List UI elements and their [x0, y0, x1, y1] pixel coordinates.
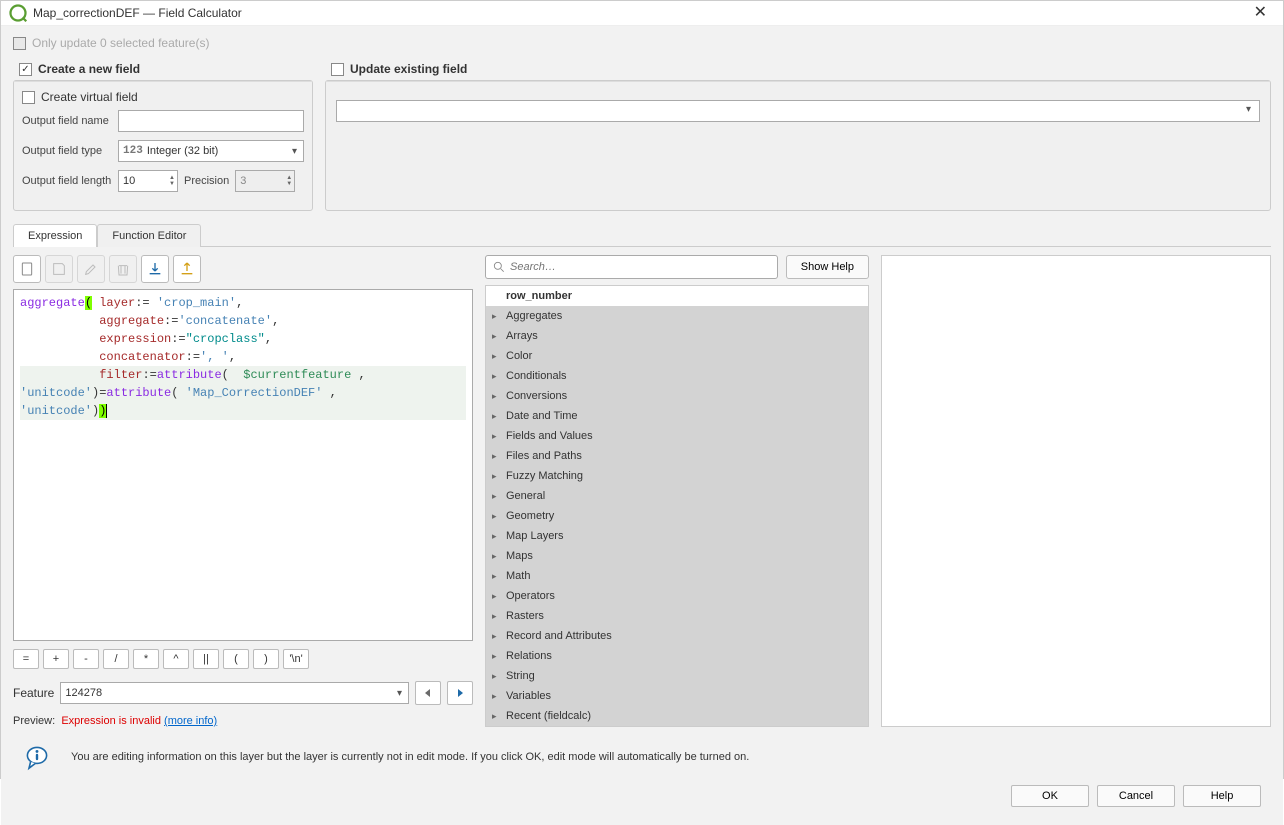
expand-icon: ▸ [492, 651, 502, 662]
function-category[interactable]: ▸Maps [486, 546, 868, 566]
tab-function-editor[interactable]: Function Editor [97, 224, 201, 247]
expand-icon: ▸ [492, 571, 502, 582]
expand-icon: ▸ [492, 351, 502, 362]
export-expression-button[interactable] [173, 255, 201, 283]
function-category[interactable]: ▸Relations [486, 646, 868, 666]
expand-icon: ▸ [492, 371, 502, 382]
operator-button[interactable]: || [193, 649, 219, 669]
function-category[interactable]: ▸Arrays [486, 326, 868, 346]
expand-icon: ▸ [492, 511, 502, 522]
precision-spinner: 3 ▲▼ [235, 170, 295, 192]
expand-icon: ▸ [492, 611, 502, 622]
function-category[interactable]: ▸Files and Paths [486, 446, 868, 466]
expand-icon: ▸ [492, 551, 502, 562]
output-field-length-spinner[interactable]: 10 ▲▼ [118, 170, 178, 192]
output-field-name-label: Output field name [22, 115, 112, 127]
operator-button[interactable]: ( [223, 649, 249, 669]
function-category[interactable]: ▸Record and Attributes [486, 626, 868, 646]
cancel-button[interactable]: Cancel [1097, 785, 1175, 807]
output-field-type-label: Output field type [22, 145, 112, 157]
function-category[interactable]: ▸Operators [486, 586, 868, 606]
expand-icon: ▸ [492, 411, 502, 422]
only-update-checkbox: Only update 0 selected feature(s) [13, 36, 1271, 50]
feature-next-button[interactable] [447, 681, 473, 705]
operator-button[interactable]: + [43, 649, 69, 669]
window-title: Map_correctionDEF — Field Calculator [33, 6, 242, 20]
operator-button[interactable]: ^ [163, 649, 189, 669]
function-category[interactable]: ▸Geometry [486, 506, 868, 526]
expand-icon: ▸ [492, 691, 502, 702]
output-field-type-select[interactable]: 123 Integer (32 bit) [118, 140, 304, 162]
expand-icon: ▸ [492, 331, 502, 342]
function-category[interactable]: ▸Math [486, 566, 868, 586]
function-category[interactable]: ▸General [486, 486, 868, 506]
show-help-button[interactable]: Show Help [786, 255, 869, 279]
expression-editor[interactable]: aggregate( layer:= 'crop_main', aggregat… [13, 289, 473, 641]
expand-icon: ▸ [492, 491, 502, 502]
function-tree[interactable]: row_number▸Aggregates▸Arrays▸Color▸Condi… [485, 285, 869, 727]
function-category[interactable]: ▸Rasters [486, 606, 868, 626]
function-category[interactable]: ▸Variables [486, 686, 868, 706]
function-category[interactable]: ▸Recent (fieldcalc) [486, 706, 868, 726]
expand-icon: ▸ [492, 391, 502, 402]
feature-select[interactable]: 124278 [60, 682, 409, 704]
save-expression-button [45, 255, 73, 283]
preview-more-info-link[interactable]: (more info) [164, 715, 217, 727]
expand-icon: ▸ [492, 451, 502, 462]
expand-icon: ▸ [492, 591, 502, 602]
function-search-input[interactable] [485, 255, 778, 279]
function-category[interactable]: ▸Color [486, 346, 868, 366]
existing-field-select[interactable] [336, 100, 1260, 122]
expand-icon: ▸ [492, 471, 502, 482]
footer-info-text: You are editing information on this laye… [71, 751, 749, 763]
search-icon [492, 260, 506, 274]
help-panel [881, 255, 1271, 727]
delete-expression-button [109, 255, 137, 283]
preview-error: Expression is invalid [61, 715, 161, 727]
operator-button[interactable]: * [133, 649, 159, 669]
output-field-length-label: Output field length [22, 175, 112, 187]
expand-icon: ▸ [492, 311, 502, 322]
feature-prev-button[interactable] [415, 681, 441, 705]
function-category[interactable]: ▸Map Layers [486, 526, 868, 546]
function-category[interactable]: ▸Conversions [486, 386, 868, 406]
operator-button[interactable]: / [103, 649, 129, 669]
function-tree-header[interactable]: row_number [486, 286, 868, 306]
function-category[interactable]: ▸Fuzzy Matching [486, 466, 868, 486]
create-virtual-field-checkbox[interactable]: Create virtual field [22, 90, 304, 104]
update-existing-field-checkbox[interactable]: Update existing field [325, 58, 1271, 80]
operator-button[interactable]: '\n' [283, 649, 309, 669]
expand-icon: ▸ [492, 531, 502, 542]
feature-label: Feature [13, 686, 54, 700]
operator-button[interactable]: - [73, 649, 99, 669]
expand-icon: ▸ [492, 711, 502, 722]
create-new-field-checkbox[interactable]: ✓ Create a new field [13, 58, 313, 80]
help-button[interactable]: Help [1183, 785, 1261, 807]
operator-button[interactable]: = [13, 649, 39, 669]
precision-label: Precision [184, 175, 229, 187]
preview-label: Preview: [13, 715, 55, 727]
import-expression-button[interactable] [141, 255, 169, 283]
function-category[interactable]: ▸Aggregates [486, 306, 868, 326]
output-field-name-input[interactable] [118, 110, 304, 132]
function-category[interactable]: ▸Date and Time [486, 406, 868, 426]
ok-button[interactable]: OK [1011, 785, 1089, 807]
tab-expression[interactable]: Expression [13, 224, 97, 247]
function-category[interactable]: ▸String [486, 666, 868, 686]
close-icon[interactable]: ✕ [1246, 1, 1275, 25]
expand-icon: ▸ [492, 671, 502, 682]
info-icon [21, 741, 53, 773]
function-category[interactable]: ▸Conditionals [486, 366, 868, 386]
app-logo [9, 4, 27, 22]
function-category[interactable]: ▸Fields and Values [486, 426, 868, 446]
expand-icon: ▸ [492, 631, 502, 642]
edit-expression-button [77, 255, 105, 283]
operator-button[interactable]: ) [253, 649, 279, 669]
new-expression-button[interactable] [13, 255, 41, 283]
expand-icon: ▸ [492, 431, 502, 442]
